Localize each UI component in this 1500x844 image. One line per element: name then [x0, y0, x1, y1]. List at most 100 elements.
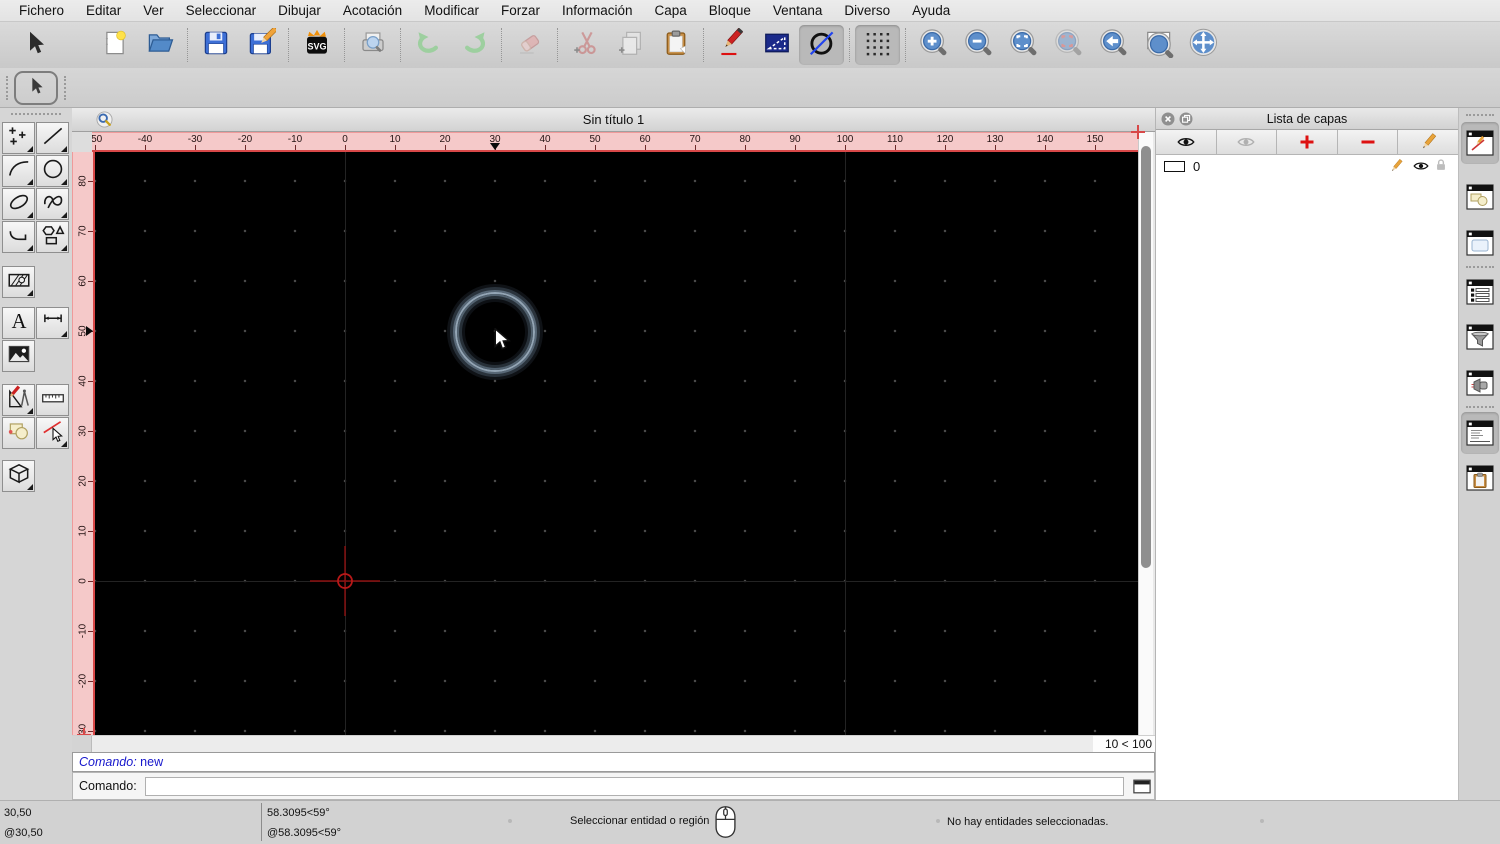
zoom-previous-button[interactable]: [1091, 25, 1136, 65]
document-titlebar[interactable]: Sin título 1: [72, 108, 1155, 132]
palette-handle[interactable]: [11, 113, 61, 115]
dock-toggle-block-list[interactable]: [1465, 182, 1495, 212]
image-tool-button[interactable]: [2, 340, 35, 372]
menu-item[interactable]: Editar: [75, 3, 132, 18]
select-entity-button[interactable]: [36, 417, 69, 449]
menu-item[interactable]: Diverso: [833, 3, 901, 18]
new-document-icon: [100, 28, 130, 63]
ellipse-tool-button[interactable]: [2, 188, 35, 220]
menu-item[interactable]: Seleccionar: [175, 3, 268, 18]
menu-item[interactable]: Acotación: [332, 3, 413, 18]
ruler-tick: [695, 145, 696, 150]
show-all-layers-button[interactable]: [1156, 130, 1217, 154]
ruler-tick: [88, 531, 93, 532]
toolbar-handle[interactable]: [6, 76, 8, 100]
dock-toggle-clipboard-panel[interactable]: [1465, 463, 1495, 493]
menu-item[interactable]: Fichero: [8, 3, 75, 18]
hatch-tool-button[interactable]: [2, 266, 35, 298]
layer-visible-eye-icon[interactable]: [1412, 158, 1429, 174]
zoom-selection-button[interactable]: [1046, 25, 1091, 65]
print-preview-button[interactable]: [350, 25, 395, 65]
toolbar-separator: [703, 28, 704, 62]
circle-tool-button[interactable]: [36, 155, 69, 187]
polyline-tool-button[interactable]: [2, 221, 35, 253]
edit-layer-button[interactable]: [1398, 130, 1458, 154]
solid-3d-button[interactable]: [2, 460, 35, 492]
drawing-canvas[interactable]: [95, 152, 1138, 735]
panel-float-button[interactable]: [1179, 112, 1193, 126]
attributes-pen-button[interactable]: [709, 25, 754, 65]
menu-item[interactable]: Ver: [132, 3, 174, 18]
horizontal-scrollbar[interactable]: 10 < 100: [72, 735, 1155, 753]
dock-toggle-command-line[interactable]: [1465, 418, 1495, 448]
arc-tool-button[interactable]: [2, 155, 35, 187]
polyline-icon: [6, 222, 32, 253]
text-tool-button[interactable]: A: [2, 307, 35, 339]
layer-row[interactable]: 0: [1156, 155, 1458, 177]
image-icon: [6, 341, 32, 372]
dock-toggle-layer-list[interactable]: [1465, 128, 1495, 158]
layer-panel-toolbar: [1156, 130, 1458, 155]
toolbar-separator: [344, 28, 345, 62]
dock-toggle-view-list[interactable]: [1465, 277, 1495, 307]
new-file-button[interactable]: [92, 25, 137, 65]
dimension-tool-button[interactable]: [36, 307, 69, 339]
remove-layer-button[interactable]: [1338, 130, 1399, 154]
menu-item[interactable]: Ayuda: [901, 3, 961, 18]
dock-toggle-selection-filter[interactable]: [1465, 322, 1495, 352]
zoom-out-button[interactable]: [956, 25, 1001, 65]
measure-tool-button[interactable]: [36, 384, 69, 416]
block-shapes-button[interactable]: [2, 417, 35, 449]
vertical-scrollbar-thumb[interactable]: [1141, 146, 1151, 568]
ruler-label: 90: [789, 134, 801, 145]
toolbar-handle[interactable]: [64, 76, 66, 100]
spline-tool-button[interactable]: [36, 188, 69, 220]
layer-color-swatch[interactable]: [1164, 160, 1185, 172]
zoom-auto-button[interactable]: [1001, 25, 1046, 65]
redo-button[interactable]: [451, 25, 496, 65]
add-layer-button[interactable]: [1277, 130, 1338, 154]
zoom-in-button[interactable]: [911, 25, 956, 65]
svg-badge-text: SVG: [307, 41, 326, 51]
line-tool-button[interactable]: [36, 122, 69, 154]
shape-tool-button[interactable]: [36, 221, 69, 253]
save-as-button[interactable]: [238, 25, 283, 65]
delete-button[interactable]: [507, 25, 552, 65]
cut-button[interactable]: [563, 25, 608, 65]
points-tool-button[interactable]: [2, 122, 35, 154]
layer-edit-pencil-icon[interactable]: [1388, 158, 1404, 174]
ruler-tick: [1045, 145, 1046, 150]
paste-button[interactable]: [653, 25, 698, 65]
menu-item[interactable]: Modificar: [413, 3, 490, 18]
undo-button[interactable]: [406, 25, 451, 65]
copy-button[interactable]: [608, 25, 653, 65]
draft-mode-toggle[interactable]: [799, 25, 844, 65]
menu-item[interactable]: Información: [551, 3, 644, 18]
grid-toggle[interactable]: [855, 25, 900, 65]
eraser-icon: [515, 28, 545, 63]
command-input[interactable]: [144, 776, 1125, 796]
menu-item[interactable]: Capa: [644, 3, 698, 18]
dock-toggle-viewport[interactable]: [1465, 368, 1495, 398]
menu-item[interactable]: Ventana: [762, 3, 834, 18]
menu-item[interactable]: Bloque: [698, 3, 762, 18]
minus-icon: [1361, 140, 1375, 144]
layer-lock-icon[interactable]: [1434, 158, 1450, 174]
menu-item[interactable]: Dibujar: [267, 3, 332, 18]
dock-toggle-library-browser[interactable]: [1465, 228, 1495, 258]
draw-order-button[interactable]: [754, 25, 799, 65]
selection-pointer-button[interactable]: [14, 71, 58, 105]
vertical-scrollbar[interactable]: [1138, 132, 1153, 735]
panel-close-button[interactable]: [1161, 112, 1175, 126]
zoom-pan-button[interactable]: [1181, 25, 1226, 65]
select-tool-button[interactable]: [12, 25, 57, 65]
command-window-toggle-button[interactable]: [1130, 776, 1154, 796]
dock-handle[interactable]: [1466, 114, 1494, 116]
modify-tools-button[interactable]: [2, 384, 35, 416]
menu-item[interactable]: Forzar: [490, 3, 551, 18]
zoom-window-button[interactable]: [1136, 25, 1181, 65]
save-button[interactable]: [193, 25, 238, 65]
hide-all-layers-button[interactable]: [1217, 130, 1278, 154]
svg-export-button[interactable]: SVG: [294, 25, 339, 65]
open-file-button[interactable]: [137, 25, 182, 65]
